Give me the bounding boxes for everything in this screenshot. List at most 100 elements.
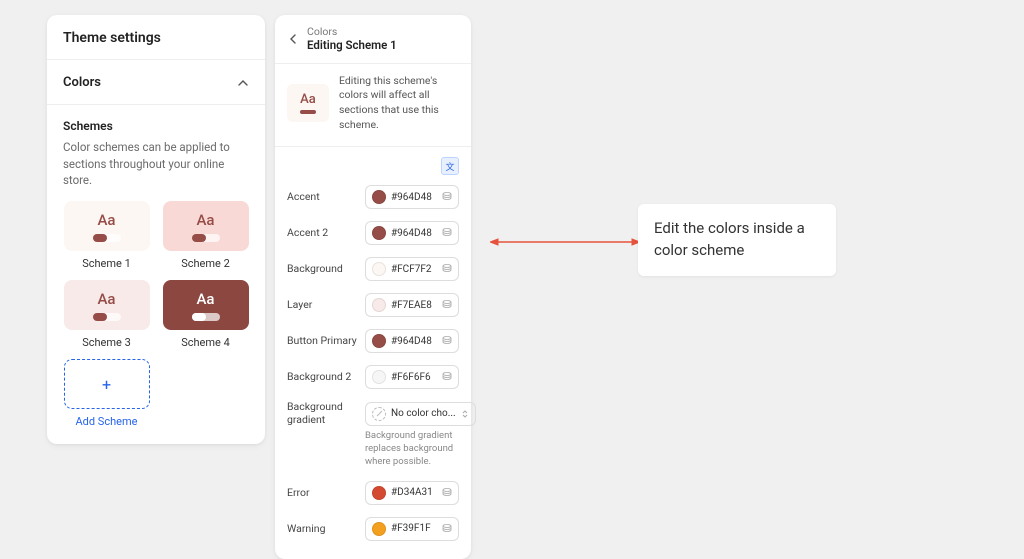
color-value: #F7EAE8 xyxy=(391,300,437,311)
preview-bar-icon xyxy=(300,110,316,114)
database-icon xyxy=(442,372,452,382)
gradient-row: Background gradient No color cho... xyxy=(275,395,471,432)
scheme-tile[interactable]: Aa xyxy=(163,201,249,251)
color-field-label: Accent xyxy=(287,191,357,204)
schemes-heading: Schemes xyxy=(63,119,249,133)
scheme-sample-text: Aa xyxy=(97,290,115,308)
plus-icon: + xyxy=(102,375,111,394)
color-swatch-icon xyxy=(372,334,386,348)
scheme-sample-text: Aa xyxy=(196,211,214,229)
scheme-tile-wrap: Aa Scheme 4 xyxy=(162,280,249,349)
color-input[interactable]: #D34A31 xyxy=(365,481,459,505)
scheme-label: Scheme 3 xyxy=(82,336,131,349)
color-value: #F6F6F6 xyxy=(391,372,437,383)
scheme-tile-wrap: Aa Scheme 3 xyxy=(63,280,150,349)
scheme-tile[interactable]: Aa xyxy=(64,201,150,251)
color-field-label: Accent 2 xyxy=(287,227,357,240)
color-field-label: Background xyxy=(287,263,357,276)
scheme-preview-swatch: Aa xyxy=(287,84,329,122)
scheme-label: Scheme 2 xyxy=(181,257,230,270)
add-scheme-label: Add Scheme xyxy=(76,415,138,428)
scheme-tile[interactable]: Aa xyxy=(163,280,249,330)
scheme-sample-text: Aa xyxy=(97,211,115,229)
color-value: #F39F1F xyxy=(391,523,437,534)
gradient-input[interactable]: No color cho... xyxy=(365,402,476,426)
color-value: #964D48 xyxy=(391,192,437,203)
color-field-row: Error #D34A31 xyxy=(275,475,471,511)
breadcrumb-parent: Colors xyxy=(307,25,397,38)
info-row: Aa Editing this scheme's colors will aff… xyxy=(275,64,471,148)
gradient-label: Background gradient xyxy=(287,401,357,426)
color-field-label: Background 2 xyxy=(287,371,357,384)
scheme-toggle-icon xyxy=(192,313,220,321)
color-field-row: Warning #F39F1F xyxy=(275,511,471,547)
color-swatch-icon xyxy=(372,262,386,276)
scheme-toggle-icon xyxy=(93,313,121,321)
color-field-row: Accent 2 #964D48 xyxy=(275,215,471,251)
color-input[interactable]: #964D48 xyxy=(365,221,459,245)
scheme-toggle-icon xyxy=(192,234,220,242)
translate-icon[interactable]: 文 xyxy=(441,157,459,175)
scheme-label: Scheme 4 xyxy=(181,336,230,349)
colors-section-header[interactable]: Colors xyxy=(47,59,265,104)
color-input[interactable]: #F39F1F xyxy=(365,517,459,541)
breadcrumb: Colors Editing Scheme 1 xyxy=(307,25,397,53)
colors-section-label: Colors xyxy=(63,75,101,90)
chevron-up-icon xyxy=(237,77,249,89)
color-input[interactable]: #FCF7F2 xyxy=(365,257,459,281)
schemes-desc: Color schemes can be applied to sections… xyxy=(63,139,249,189)
gradient-value: No color cho... xyxy=(391,408,456,419)
annotation-arrow-icon xyxy=(490,238,640,246)
scheme-tile-wrap: Aa Scheme 2 xyxy=(162,201,249,270)
color-value: #964D48 xyxy=(391,228,437,239)
scheme-toggle-icon xyxy=(93,234,121,242)
color-value: #964D48 xyxy=(391,336,437,347)
database-icon xyxy=(442,192,452,202)
preview-sample-text: Aa xyxy=(300,92,316,107)
color-field-row: Layer #F7EAE8 xyxy=(275,287,471,323)
database-icon xyxy=(442,300,452,310)
color-input[interactable]: #F6F6F6 xyxy=(365,365,459,389)
color-swatch-icon xyxy=(372,190,386,204)
color-fields: Accent #964D48 Accent 2 #964D48 Background #F… xyxy=(275,179,471,395)
scheme-tile[interactable]: Aa xyxy=(64,280,150,330)
scheme-sample-text: Aa xyxy=(196,290,214,308)
add-scheme-button[interactable]: + xyxy=(64,359,150,409)
database-icon xyxy=(442,488,452,498)
color-field-label: Layer xyxy=(287,299,357,312)
add-scheme-wrap: + Add Scheme xyxy=(63,359,150,428)
database-icon xyxy=(442,524,452,534)
theme-settings-panel: Theme settings Colors Schemes Color sche… xyxy=(47,15,265,444)
annotation-callout: Edit the colors inside a color scheme xyxy=(638,204,836,276)
info-text: Editing this scheme's colors will affect… xyxy=(339,74,459,133)
color-swatch-icon xyxy=(372,370,386,384)
color-swatch-icon xyxy=(372,486,386,500)
color-field-row: Background #FCF7F2 xyxy=(275,251,471,287)
database-icon xyxy=(442,228,452,238)
color-value: #FCF7F2 xyxy=(391,264,437,275)
back-icon[interactable] xyxy=(287,33,299,45)
color-field-label: Error xyxy=(287,487,357,500)
color-value: #D34A31 xyxy=(391,487,437,498)
translate-row: 文 xyxy=(275,147,471,179)
color-field-label: Button Primary xyxy=(287,335,357,348)
scheme-tile-wrap: Aa Scheme 1 xyxy=(63,201,150,270)
color-input[interactable]: #964D48 xyxy=(365,185,459,209)
color-field-label: Warning xyxy=(287,523,357,536)
database-icon xyxy=(442,336,452,346)
database-icon xyxy=(442,264,452,274)
color-input[interactable]: #F7EAE8 xyxy=(365,293,459,317)
color-input[interactable]: #964D48 xyxy=(365,329,459,353)
extra-fields: Error #D34A31 Warning #F39F1F xyxy=(275,475,471,547)
gradient-help: Background gradient replaces background … xyxy=(275,430,471,474)
color-field-row: Button Primary #964D48 xyxy=(275,323,471,359)
nocolor-icon xyxy=(372,407,386,421)
color-field-row: Background 2 #F6F6F6 xyxy=(275,359,471,395)
scheme-editor-panel: Colors Editing Scheme 1 Aa Editing this … xyxy=(275,15,471,559)
schemes-subsection: Schemes Color schemes can be applied to … xyxy=(47,104,265,444)
panel-title: Theme settings xyxy=(47,15,265,59)
color-field-row: Accent #964D48 xyxy=(275,179,471,215)
color-swatch-icon xyxy=(372,298,386,312)
schemes-grid: Aa Scheme 1 Aa Scheme 2 Aa Scheme 3 xyxy=(63,201,249,428)
editor-header: Colors Editing Scheme 1 xyxy=(275,15,471,64)
